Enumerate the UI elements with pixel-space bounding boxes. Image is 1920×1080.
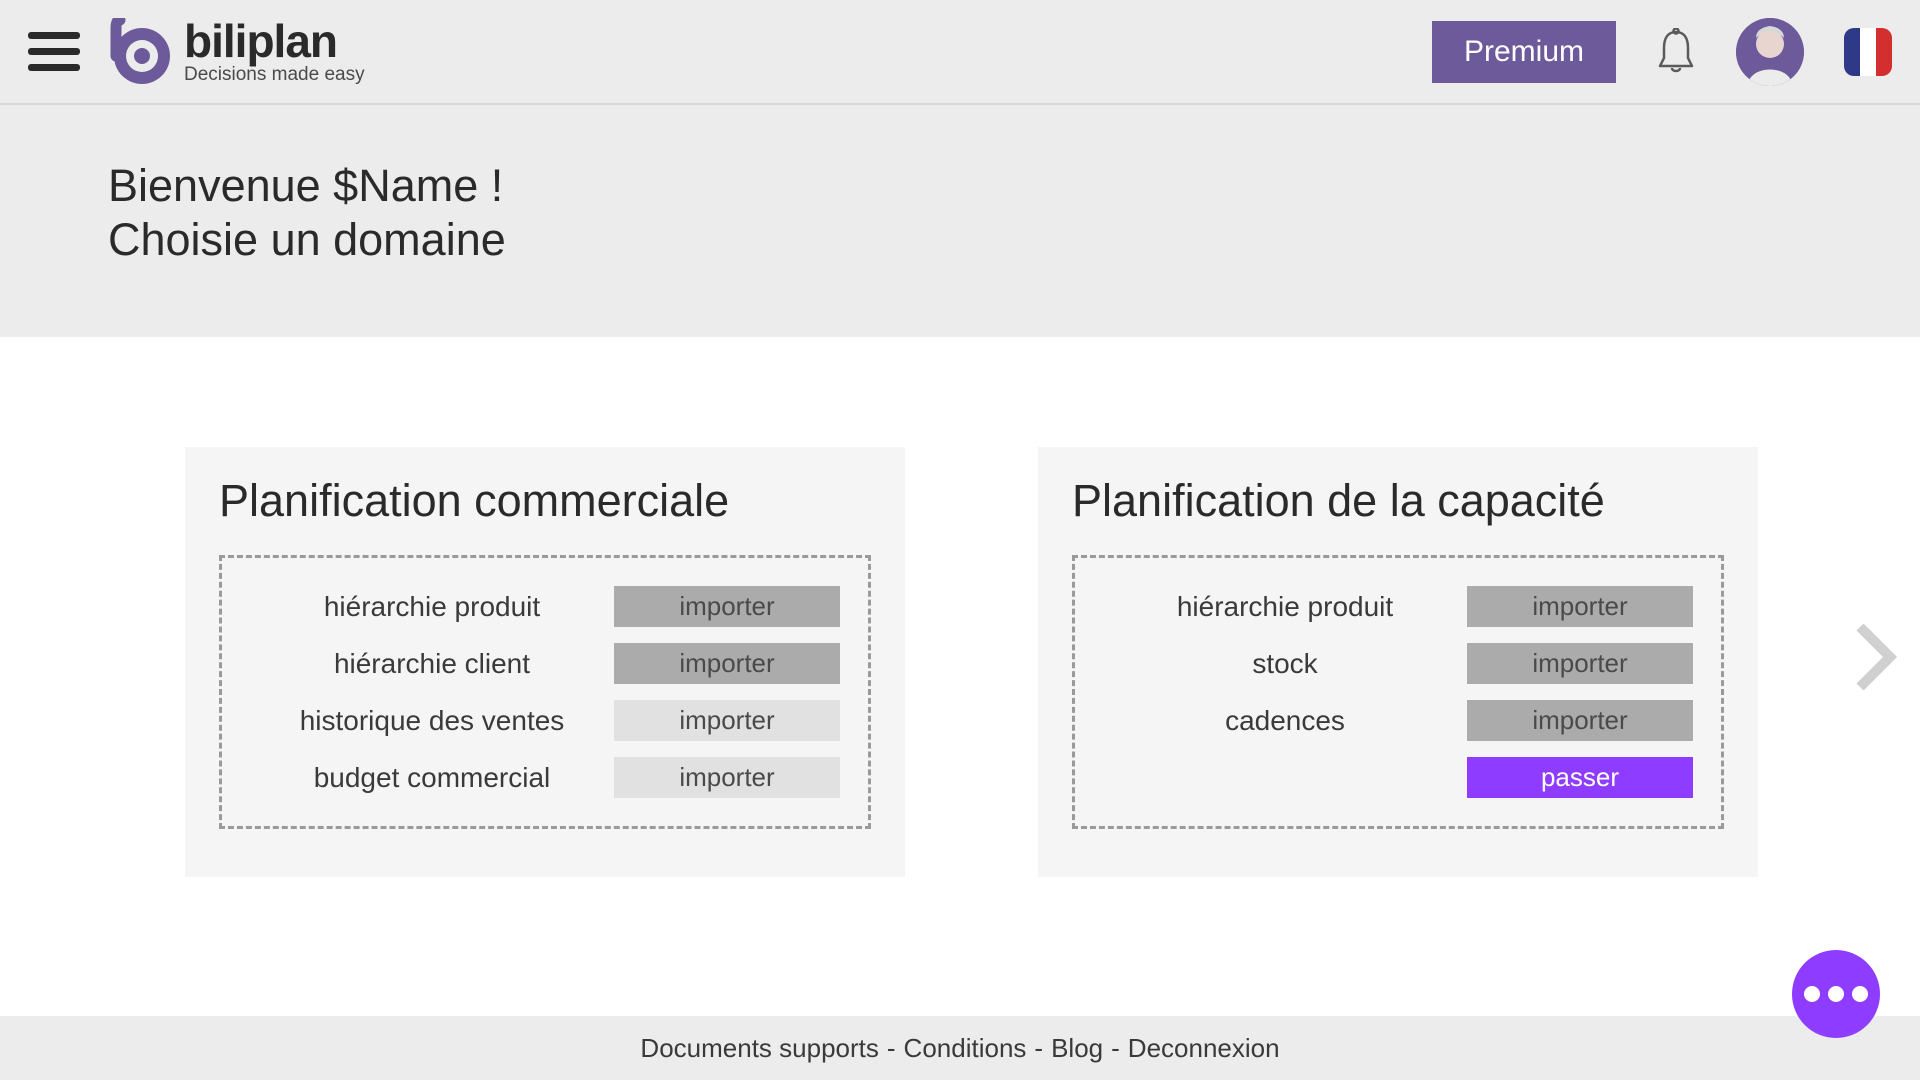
dot-icon xyxy=(1804,986,1820,1002)
card-title: Planification commerciale xyxy=(219,475,871,527)
import-button[interactable]: importer xyxy=(1467,643,1693,684)
menu-toggle-icon[interactable] xyxy=(28,32,80,71)
card-commercial-planning[interactable]: Planification commerciale hiérarchie pro… xyxy=(185,447,905,877)
language-flag-icon[interactable] xyxy=(1844,28,1892,76)
logo-tagline: Decisions made easy xyxy=(184,64,365,86)
import-row: hiérarchie produit importer xyxy=(1103,586,1693,627)
footer-logout-link[interactable]: Deconnexion xyxy=(1128,1033,1280,1064)
premium-button[interactable]: Premium xyxy=(1432,21,1616,83)
biliplan-logo-icon xyxy=(106,18,174,86)
skip-row: passer xyxy=(1103,757,1693,798)
row-label: budget commercial xyxy=(250,762,614,794)
footer-documents-link[interactable]: Documents supports xyxy=(640,1033,878,1064)
import-row: hiérarchie client importer xyxy=(250,643,840,684)
dot-icon xyxy=(1852,986,1868,1002)
import-button[interactable]: importer xyxy=(1467,586,1693,627)
row-label: cadences xyxy=(1103,705,1467,737)
row-label: historique des ventes xyxy=(250,705,614,737)
notifications-bell-icon[interactable] xyxy=(1656,28,1696,76)
row-label: hiérarchie produit xyxy=(250,591,614,623)
main-content: Planification commerciale hiérarchie pro… xyxy=(0,337,1920,877)
skip-button[interactable]: passer xyxy=(1467,757,1693,798)
row-label: hiérarchie client xyxy=(250,648,614,680)
import-box: hiérarchie produit importer hiérarchie c… xyxy=(219,555,871,829)
user-avatar[interactable] xyxy=(1736,18,1804,86)
logo-name: biliplan xyxy=(184,18,365,64)
card-title: Planification de la capacité xyxy=(1072,475,1724,527)
app-header: biliplan Decisions made easy Premium xyxy=(0,0,1920,105)
footer-blog-link[interactable]: Blog xyxy=(1051,1033,1103,1064)
import-button[interactable]: importer xyxy=(614,586,840,627)
import-button[interactable]: importer xyxy=(614,757,840,798)
import-row: cadences importer xyxy=(1103,700,1693,741)
next-arrow-icon[interactable] xyxy=(1850,622,1900,692)
import-row: hiérarchie produit importer xyxy=(250,586,840,627)
dot-icon xyxy=(1828,986,1844,1002)
import-button[interactable]: importer xyxy=(1467,700,1693,741)
import-button[interactable]: importer xyxy=(614,700,840,741)
footer-conditions-link[interactable]: Conditions xyxy=(904,1033,1027,1064)
more-fab-button[interactable] xyxy=(1792,950,1880,1038)
row-label: hiérarchie produit xyxy=(1103,591,1467,623)
welcome-section: Bienvenue $Name ! Choisie un domaine xyxy=(0,105,1920,337)
import-row: budget commercial importer xyxy=(250,757,840,798)
card-capacity-planning[interactable]: Planification de la capacité hiérarchie … xyxy=(1038,447,1758,877)
logo[interactable]: biliplan Decisions made easy xyxy=(106,18,365,86)
welcome-line2: Choisie un domaine xyxy=(108,213,1920,267)
footer: Documents supports - Conditions - Blog -… xyxy=(0,1016,1920,1080)
import-button[interactable]: importer xyxy=(614,643,840,684)
import-box: hiérarchie produit importer stock import… xyxy=(1072,555,1724,829)
import-row: historique des ventes importer xyxy=(250,700,840,741)
welcome-line1: Bienvenue $Name ! xyxy=(108,159,1920,213)
import-row: stock importer xyxy=(1103,643,1693,684)
row-label: stock xyxy=(1103,648,1467,680)
